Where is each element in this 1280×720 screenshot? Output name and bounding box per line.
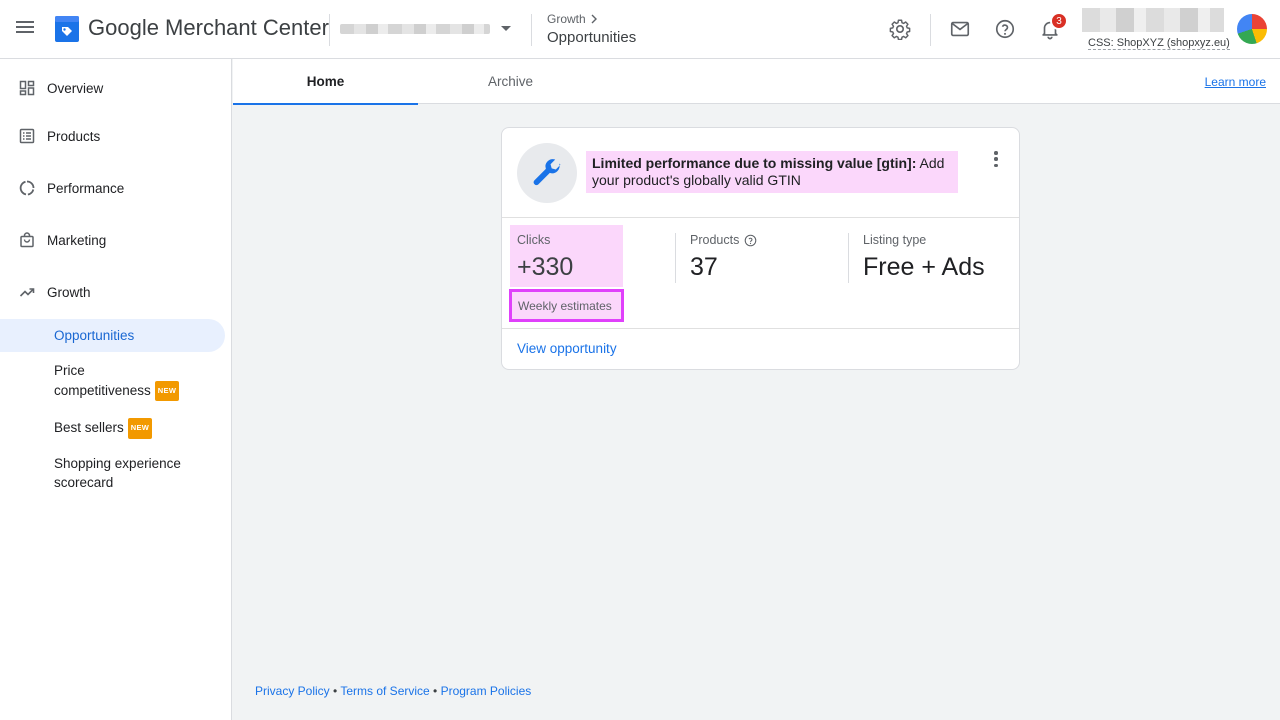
divider <box>502 217 1019 218</box>
settings-gear-icon[interactable] <box>887 16 913 42</box>
donut-icon <box>19 180 35 196</box>
sidebar-item-label: Best sellers <box>54 420 124 435</box>
header-divider <box>329 14 330 46</box>
sidebar-item-label: Overview <box>47 80 104 96</box>
terms-of-service-link[interactable]: Terms of Service <box>340 684 429 698</box>
metric-divider <box>848 233 849 283</box>
merchant-center-logo-icon <box>54 15 80 43</box>
tab-archive[interactable]: Archive <box>418 59 603 104</box>
view-opportunity-link[interactable]: View opportunity <box>517 341 617 356</box>
products-value: 37 <box>690 253 718 281</box>
sidebar-item-price-competitiveness[interactable]: Price competitiveness NEW <box>54 362 214 401</box>
program-policies-link[interactable]: Program Policies <box>441 684 532 698</box>
sidebar-item-opportunities[interactable]: Opportunities <box>0 319 225 352</box>
mail-icon[interactable] <box>947 16 973 42</box>
trending-up-icon <box>19 284 35 300</box>
sidebar-item-shopping-experience-scorecard[interactable]: Shopping experience scorecard <box>54 455 214 492</box>
dashboard-icon <box>19 80 35 96</box>
account-name-redacted <box>340 24 490 34</box>
footer-links: Privacy Policy • Terms of Service • Prog… <box>255 684 531 698</box>
sidebar-item-best-sellers[interactable]: Best sellers NEW <box>54 418 214 439</box>
products-metric-label: Products <box>690 233 757 247</box>
clicks-label: Clicks <box>517 233 551 247</box>
list-icon <box>19 128 35 144</box>
user-email-redacted <box>1082 8 1224 32</box>
header-divider <box>930 14 931 46</box>
menu-icon[interactable] <box>14 18 36 40</box>
sidebar-item-products[interactable]: Products <box>0 118 232 154</box>
sidebar-item-label: Shopping experience <box>54 456 181 471</box>
css-account-label[interactable]: CSS: ShopXYZ (shopxyz.eu) <box>1088 37 1230 50</box>
header-divider <box>531 14 532 46</box>
privacy-policy-link[interactable]: Privacy Policy <box>255 684 330 698</box>
tab-bar: Home Archive Learn more <box>233 59 1280 105</box>
new-badge: NEW <box>127 418 153 439</box>
help-icon[interactable] <box>744 234 757 247</box>
sidebar-item-label: scorecard <box>54 474 114 490</box>
wrench-icon <box>517 143 577 203</box>
more-vert-icon[interactable] <box>990 150 1002 168</box>
sidebar-item-label: Growth <box>47 284 91 300</box>
sidebar-item-label: competitiveness <box>54 382 151 398</box>
help-icon[interactable] <box>992 16 1018 42</box>
clicks-value: +330 <box>517 253 574 281</box>
opportunity-title-bold: Limited performance due to missing value… <box>592 155 917 171</box>
divider <box>502 328 1019 329</box>
avatar[interactable] <box>1237 14 1267 44</box>
page-title: Opportunities <box>547 29 637 46</box>
sidebar-item-performance[interactable]: Performance <box>0 170 232 206</box>
breadcrumb: Growth Opportunities <box>547 12 636 46</box>
listing-type-label: Listing type <box>863 233 927 247</box>
footer-separator: • <box>429 684 441 698</box>
sidebar-item-label: Marketing <box>47 232 107 248</box>
weekly-estimates-note: Weekly estimates <box>509 289 624 322</box>
learn-more-link[interactable]: Learn more <box>1205 75 1266 89</box>
sidebar-item-label: Performance <box>47 180 125 196</box>
chevron-right-icon <box>591 14 597 24</box>
tab-home[interactable]: Home <box>233 59 418 105</box>
sidebar-item-label: Price <box>54 363 85 378</box>
sidebar-item-growth[interactable]: Growth <box>0 274 232 310</box>
opportunity-card: Limited performance due to missing value… <box>501 127 1020 370</box>
sidebar-item-marketing[interactable]: Marketing <box>0 222 232 258</box>
sidebar-item-label: Products <box>47 128 101 144</box>
opportunity-title: Limited performance due to missing value… <box>586 151 958 193</box>
breadcrumb-parent[interactable]: Growth <box>547 12 586 26</box>
products-label: Products <box>690 233 740 247</box>
sidebar: Overview Products Performance Marketing … <box>0 59 232 720</box>
account-selector[interactable] <box>340 18 515 40</box>
footer-separator: • <box>329 684 341 698</box>
new-badge: NEW <box>154 380 180 401</box>
metric-divider <box>675 233 676 283</box>
chevron-down-icon <box>501 26 511 31</box>
notification-count-badge: 3 <box>1050 12 1068 30</box>
app-name: Google Merchant Center <box>88 15 329 40</box>
listing-type-value: Free + Ads <box>863 253 985 281</box>
sidebar-item-overview[interactable]: Overview <box>0 70 232 106</box>
top-app-bar: Google Merchant Center Growth Opportunit… <box>0 0 1280 59</box>
bag-icon <box>19 232 35 248</box>
sidebar-item-label: Opportunities <box>54 328 135 343</box>
